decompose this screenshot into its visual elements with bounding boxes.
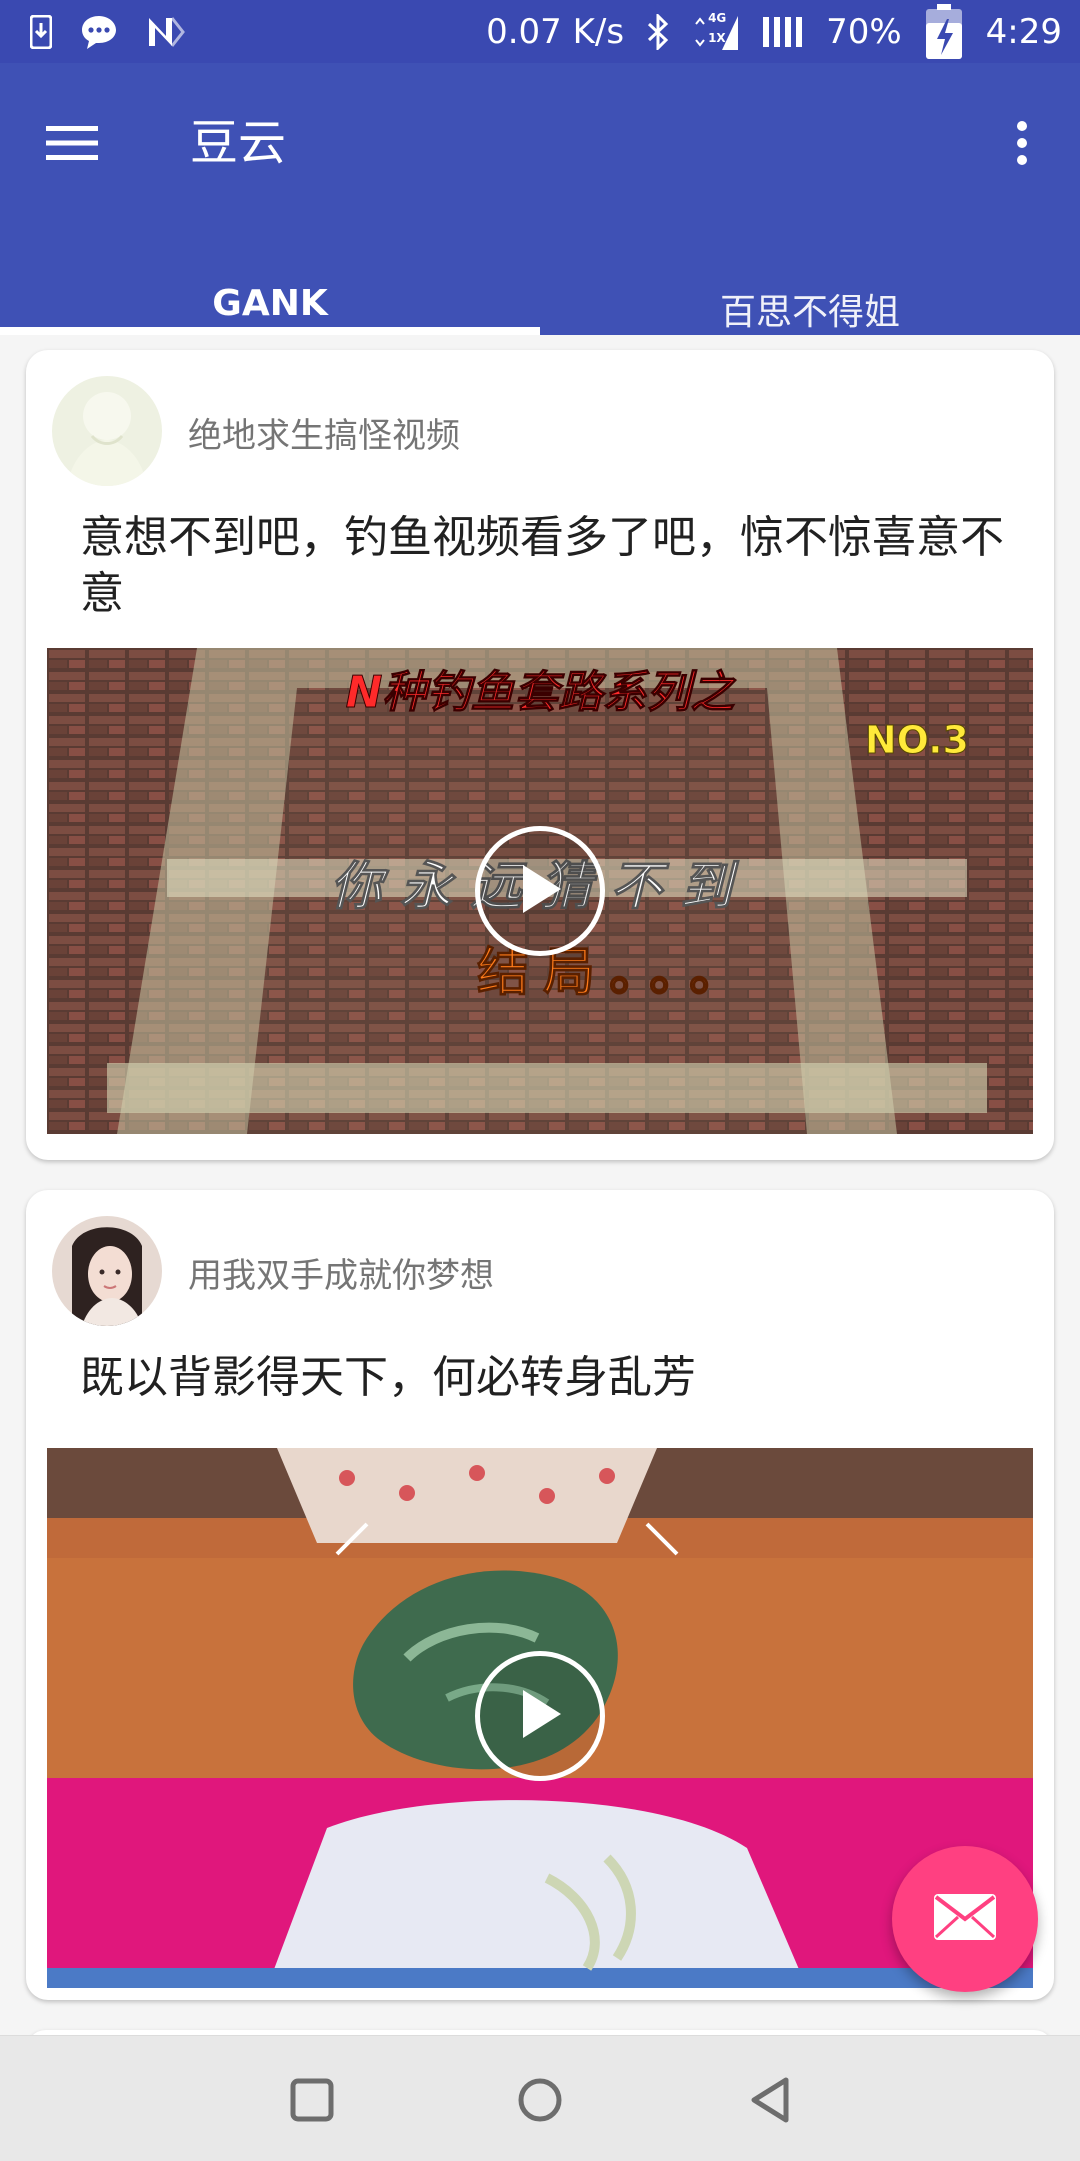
post-feed[interactable]: 绝地求生搞怪视频 意想不到吧，钓鱼视频看多了吧，惊不惊喜意不意 N种钓鱼套路系列… xyxy=(0,335,1080,2070)
mail-icon xyxy=(933,1893,997,1945)
play-icon xyxy=(515,861,565,921)
post-card[interactable]: 绝地求生搞怪视频 意想不到吧，钓鱼视频看多了吧，惊不惊喜意不意 N种钓鱼套路系列… xyxy=(26,350,1054,1160)
post-author[interactable]: 用我双手成就你梦想 xyxy=(188,1248,494,1297)
status-bar: 0.07 K/s 4G 1X 70% 4:29 xyxy=(0,0,1080,63)
recents-square-icon xyxy=(290,2078,334,2126)
clock: 4:29 xyxy=(985,11,1062,52)
back-button[interactable] xyxy=(730,2062,810,2142)
system-status: 0.07 K/s 4G 1X 70% 4:29 xyxy=(486,0,1062,63)
post-caption: 既以背影得天下，何必转身乱芳 xyxy=(80,1352,696,1403)
overlay-line2: NO.3 xyxy=(864,718,969,763)
tab-indicator xyxy=(0,327,540,335)
compose-fab[interactable] xyxy=(892,1846,1038,1992)
post-card[interactable]: 用我双手成就你梦想 既以背影得天下，何必转身乱芳 xyxy=(26,1190,1054,2000)
overlay-line1: N种钓鱼套路系列之 xyxy=(345,667,735,719)
menu-button[interactable] xyxy=(32,105,112,185)
post-author[interactable]: 绝地求生搞怪视频 xyxy=(188,408,460,457)
tab-baisibudejie-label: 百思不得姐 xyxy=(719,292,900,333)
video-thumbnail[interactable] xyxy=(47,1448,1033,1988)
play-button[interactable] xyxy=(475,826,605,956)
post-caption: 意想不到吧，钓鱼视频看多了吧，惊不惊喜意不意 xyxy=(80,512,1004,619)
more-vertical-icon xyxy=(1015,120,1029,170)
home-button[interactable] xyxy=(500,2062,580,2142)
app-bar: 豆云 GANK 百思不得姐 xyxy=(0,63,1080,335)
n-logo-icon xyxy=(146,16,186,48)
play-button[interactable] xyxy=(475,1651,605,1781)
chat-bubble-icon xyxy=(80,14,118,50)
avatar[interactable] xyxy=(52,1216,162,1326)
bluetooth-icon xyxy=(646,13,670,50)
system-nav-bar xyxy=(0,2035,1080,2161)
lte-4g-icon: 4G 1X xyxy=(692,11,740,52)
tab-gank-label: GANK xyxy=(212,283,328,324)
recents-button[interactable] xyxy=(272,2062,352,2142)
back-triangle-icon xyxy=(748,2076,792,2128)
net-speed: 0.07 K/s xyxy=(486,11,625,52)
download-icon xyxy=(30,15,52,49)
battery-charging-icon xyxy=(924,3,964,61)
home-circle-icon xyxy=(517,2077,563,2127)
avatar[interactable] xyxy=(52,376,162,486)
hamburger-menu-icon xyxy=(46,125,98,165)
video-thumbnail[interactable]: N种钓鱼套路系列之 NO.3 你永远猜不到 结局。。。 xyxy=(47,648,1033,1134)
app-title: 豆云 xyxy=(190,115,287,171)
battery-percent: 70% xyxy=(826,11,902,52)
overflow-menu-button[interactable] xyxy=(982,105,1062,185)
signal-icon xyxy=(762,15,804,49)
notification-icons xyxy=(30,10,186,54)
play-icon xyxy=(515,1686,565,1746)
